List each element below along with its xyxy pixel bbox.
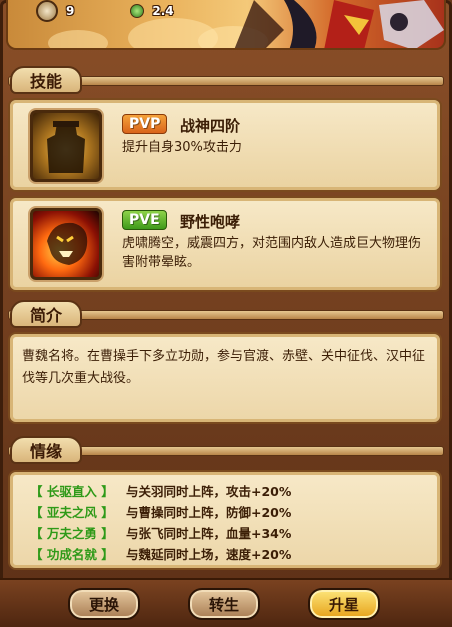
skill-card-1[interactable]: PVP 战神四阶 提升自身30%攻击力	[8, 98, 442, 192]
coin-icon	[36, 0, 58, 22]
bond-desc: 与关羽同时上阵，攻击+20%	[126, 484, 292, 499]
bond-row: 【 万夫之勇 】 与张飞同时上阵，血量+34%	[30, 522, 291, 543]
skill-desc-1: 提升自身30%攻击力	[122, 140, 242, 155]
bond-desc: 与曹操同时上阵，防御+20%	[126, 505, 292, 520]
bonds-panel: 【 长驱直入 】 与关羽同时上阵，攻击+20% 【 亚夫之风 】 与曹操同时上阵…	[8, 470, 442, 570]
skill-name-1: 战神四阶	[180, 117, 241, 135]
bond-row: 【 亚夫之风 】 与曹操同时上阵，防御+20%	[30, 501, 291, 522]
bond-name: 【 功成名就 】	[30, 547, 114, 562]
bond-row: 【 长驱直入 】 与关羽同时上阵，攻击+20%	[30, 480, 291, 501]
skill-desc-2: 虎啸腾空，威震四方，对范围内敌人造成巨大物理伤害附带晕眩。	[122, 236, 422, 270]
pve-badge: PVE	[122, 210, 167, 230]
bond-name: 【 长驱直入 】	[30, 484, 114, 499]
skills-section-title: 技能	[10, 66, 83, 94]
rebirth-button[interactable]: 转生	[188, 588, 260, 620]
hero-portrait-art	[234, 0, 444, 48]
bond-list: 【 长驱直入 】 与关羽同时上阵，攻击+20% 【 亚夫之风 】 与曹操同时上阵…	[30, 480, 291, 564]
hero-stats-row: 9 2.4	[36, 0, 174, 22]
stat-value-1: 9	[66, 4, 75, 18]
action-bar: 更换 转生 升星	[0, 578, 452, 627]
star-up-button[interactable]: 升星	[308, 588, 380, 620]
roar-skill-icon[interactable]	[30, 208, 102, 280]
bond-row: 【 功成名就 】 与魏延同时上场，速度+20%	[30, 543, 291, 564]
bond-desc: 与张飞同时上阵，血量+34%	[126, 526, 292, 541]
swap-button[interactable]: 更换	[68, 588, 140, 620]
bonds-section-title: 情缘	[10, 436, 83, 464]
intro-section-title: 简介	[10, 300, 83, 328]
stat-value-2: 2.4	[152, 4, 174, 18]
bond-desc: 与魏延同时上场，速度+20%	[126, 547, 292, 562]
war-god-skill-icon[interactable]	[30, 110, 102, 182]
pvp-badge: PVP	[122, 114, 168, 134]
leaf-icon	[130, 4, 145, 18]
hero-banner: 9 2.4	[6, 0, 446, 50]
skill-name-2: 野性咆哮	[180, 213, 241, 231]
bond-name: 【 万夫之勇 】	[30, 526, 114, 541]
intro-panel: 曹魏名将。在曹操手下多立功勋，参与官渡、赤壁、关中征伐、汉中征伐等几次重大战役。	[8, 332, 442, 424]
skill-card-2[interactable]: PVE 野性咆哮 虎啸腾空，威震四方，对范围内敌人造成巨大物理伤害附带晕眩。	[8, 196, 442, 292]
bond-name: 【 亚夫之风 】	[30, 505, 114, 520]
intro-text: 曹魏名将。在曹操手下多立功勋，参与官渡、赤壁、关中征伐、汉中征伐等几次重大战役。	[22, 349, 426, 386]
